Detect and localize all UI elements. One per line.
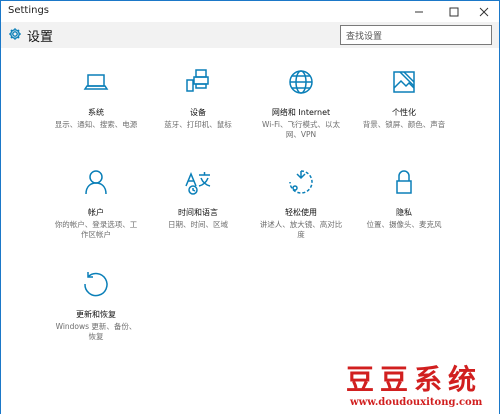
personalization-icon <box>393 71 415 93</box>
tile-time-language-desc: 日期、时间、区域 <box>168 220 228 229</box>
globe-icon <box>289 70 313 94</box>
tile-ease-of-access-desc: 讲述人、放大镜、高对比度 <box>259 220 343 239</box>
tile-devices[interactable]: 设备 蓝牙、打印机、鼠标 <box>148 68 248 130</box>
refresh-icon <box>84 272 108 297</box>
tile-time-language-name: 时间和语言 <box>178 208 218 217</box>
lock-icon <box>396 170 412 194</box>
tile-personalization-name: 个性化 <box>392 108 416 117</box>
tile-network-name: 网络和 Internet <box>271 108 331 117</box>
title-bar: Settings <box>1 1 499 22</box>
ease-of-access-icon <box>289 170 313 194</box>
tile-network[interactable]: 网络和 Internet Wi-Fi、飞行模式、以太网、VPN <box>251 68 351 140</box>
tile-personalization-desc: 背景、锁屏、颜色、声音 <box>362 120 446 129</box>
window-title: Settings <box>8 5 50 16</box>
watermark-url: www.doudouxitong.com <box>350 397 483 408</box>
tile-system-name: 系统 <box>88 108 104 117</box>
tile-privacy-name: 隐私 <box>396 208 412 217</box>
tile-system[interactable]: 系统 显示、通知、搜索、电源 <box>46 68 146 130</box>
tile-devices-desc: 蓝牙、打印机、鼠标 <box>164 120 232 129</box>
devices-icon <box>186 69 209 92</box>
time-language-icon <box>185 172 211 195</box>
search-input[interactable]: 查找设置 <box>340 25 492 45</box>
tile-system-desc: 显示、通知、搜索、电源 <box>54 120 138 129</box>
tile-ease-of-access[interactable]: 轻松使用 讲述人、放大镜、高对比度 <box>251 168 351 240</box>
tile-privacy-desc: 位置、摄像头、麦克风 <box>366 220 442 229</box>
search-placeholder: 查找设置 <box>346 32 383 42</box>
tile-accounts-name: 帐户 <box>88 208 104 217</box>
tile-personalization[interactable]: 个性化 背景、锁屏、颜色、声音 <box>354 68 454 130</box>
person-icon <box>85 170 107 195</box>
tile-ease-of-access-name: 轻松使用 <box>285 208 317 217</box>
watermark-logo: 豆豆系统 <box>346 363 483 396</box>
gear-icon <box>9 28 21 40</box>
maximize-icon <box>449 7 459 16</box>
close-button[interactable] <box>471 1 497 22</box>
close-icon <box>479 7 489 16</box>
tile-accounts[interactable]: 帐户 你的帐户、登录选项、工作区帐户 <box>46 168 146 240</box>
tile-time-language[interactable]: 时间和语言 日期、时间、区域 <box>148 168 248 230</box>
minimize-icon <box>415 11 423 12</box>
laptop-icon <box>83 74 109 90</box>
tile-update-recovery-desc: Windows 更新、备份、恢复 <box>55 322 137 341</box>
tile-network-desc: Wi-Fi、飞行模式、以太网、VPN <box>262 120 340 139</box>
tile-update-recovery-name: 更新和恢复 <box>76 310 116 319</box>
tile-devices-name: 设备 <box>190 108 206 117</box>
tile-accounts-desc: 你的帐户、登录选项、工作区帐户 <box>54 220 138 239</box>
settings-window: Settings 设置 查找设置 系统 显示、通知、搜索、电源 设备 蓝牙、打印… <box>0 0 500 414</box>
maximize-button[interactable] <box>441 1 467 22</box>
tile-update-recovery[interactable]: 更新和恢复 Windows 更新、备份、恢复 <box>46 270 146 342</box>
tile-privacy[interactable]: 隐私 位置、摄像头、麦克风 <box>354 168 454 230</box>
page-title: 设置 <box>27 30 54 45</box>
settings-header: 设置 查找设置 <box>1 22 499 48</box>
minimize-button[interactable] <box>406 1 432 22</box>
